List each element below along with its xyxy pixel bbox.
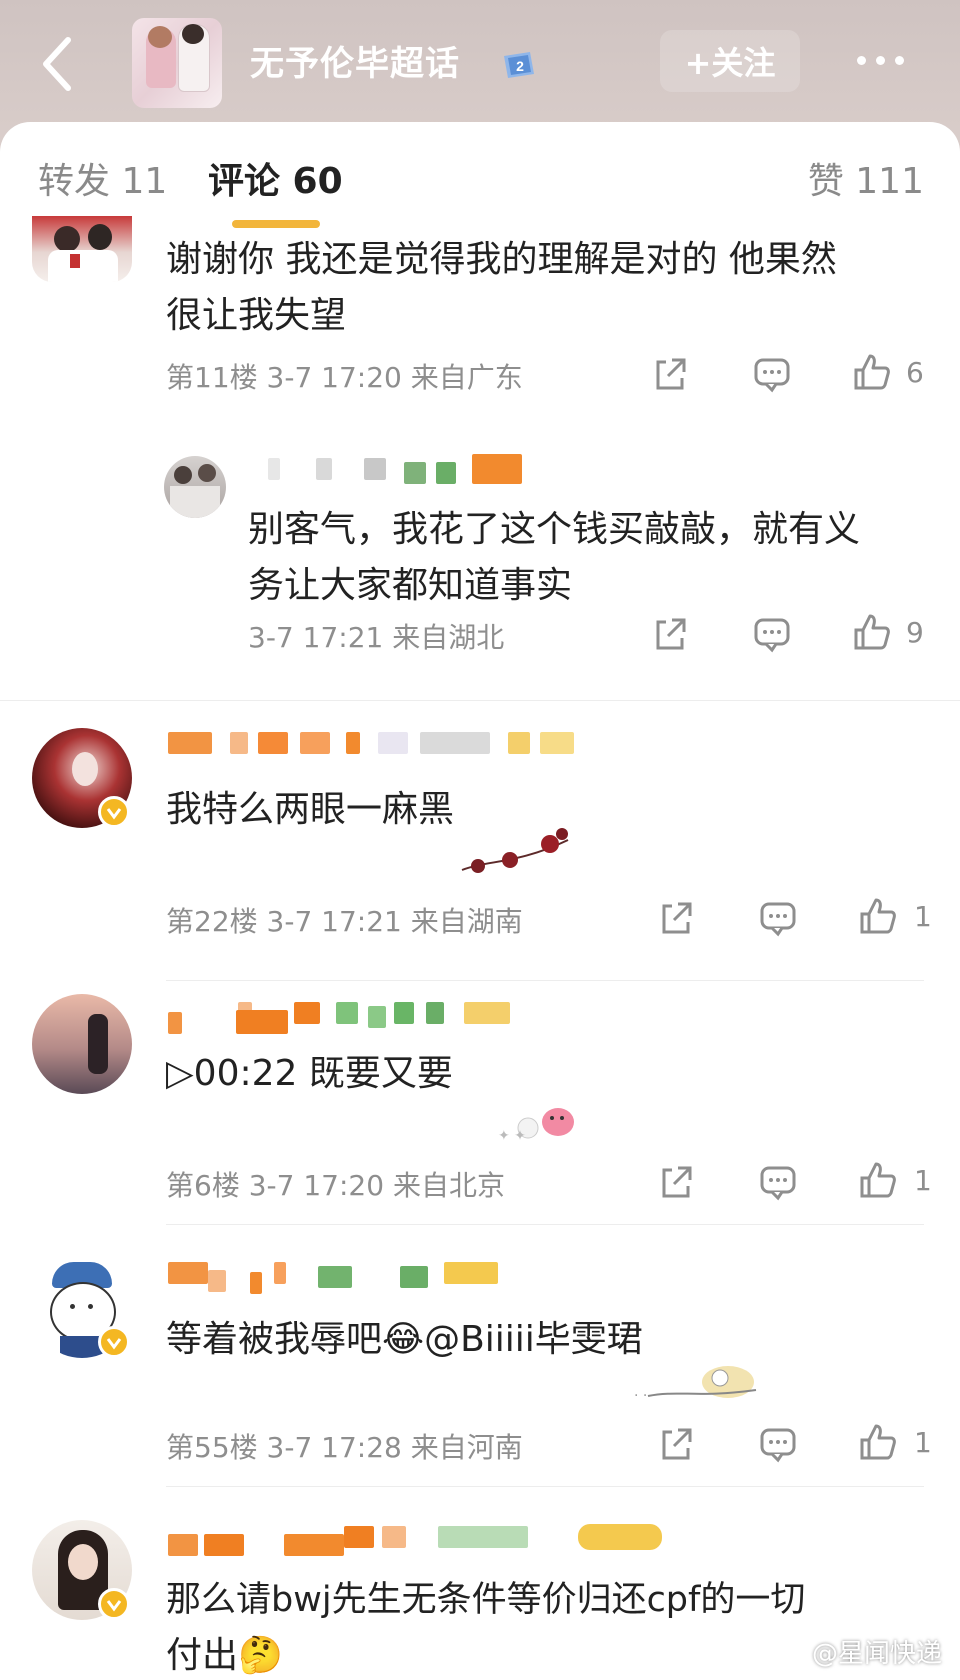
like-thumb-icon[interactable] bbox=[852, 612, 892, 652]
comment-location: 来自河南 bbox=[410, 1431, 523, 1464]
reply-icon[interactable] bbox=[752, 614, 792, 654]
verified-badge-icon bbox=[98, 796, 130, 828]
like-count: 1 bbox=[914, 900, 932, 933]
comment-meta: 第22楼 3-7 17:21 来自湖南 bbox=[166, 900, 523, 940]
share-icon[interactable] bbox=[650, 354, 690, 394]
comment-text-line: 很让我失望 bbox=[166, 295, 347, 336]
svg-text:✦ ✦: ✦ ✦ bbox=[498, 1128, 526, 1144]
reply-text-line: 务让大家都知道事实 bbox=[248, 565, 573, 606]
username-blurred[interactable] bbox=[168, 732, 588, 754]
comment-meta: 第6楼 3-7 17:20 来自北京 bbox=[166, 1164, 505, 1204]
like-count: 6 bbox=[906, 356, 924, 389]
avatar[interactable] bbox=[32, 994, 132, 1094]
like-count: 1 bbox=[914, 1164, 932, 1197]
share-icon[interactable] bbox=[656, 1424, 696, 1464]
like-thumb-icon[interactable] bbox=[858, 896, 898, 936]
comment-sheet: 转发 11 评论 60 赞 111 谢谢你 我还是觉得我的理解是对的 他果然 很… bbox=[0, 122, 960, 1680]
comment-time: 3-7 17:20 bbox=[266, 361, 402, 394]
tab-like[interactable]: 赞 111 bbox=[808, 152, 924, 204]
like-count: 9 bbox=[906, 616, 924, 649]
reply-icon[interactable] bbox=[752, 354, 792, 394]
comment-text-line: 谢谢你 我还是觉得我的理解是对的 他果然 bbox=[166, 239, 837, 280]
rose-decoration-icon bbox=[461, 828, 569, 873]
avatar[interactable] bbox=[164, 456, 226, 518]
username-blurred[interactable] bbox=[268, 454, 528, 484]
tab-repost[interactable]: 转发 11 bbox=[38, 152, 167, 204]
tab-bar: 转发 11 评论 60 赞 111 bbox=[0, 122, 960, 232]
comment-time: 3-7 17:21 bbox=[248, 621, 384, 654]
comment-time: 3-7 17:21 bbox=[266, 905, 402, 938]
super-topic-title[interactable]: 无予伦毕超话 bbox=[250, 36, 460, 85]
svg-text:· ·: · · bbox=[634, 1388, 647, 1404]
verified-badge-icon bbox=[98, 1588, 130, 1620]
comment-text-line: 付出🤔 bbox=[166, 1635, 283, 1676]
comment-location: 来自广东 bbox=[410, 361, 523, 394]
divider bbox=[166, 1486, 924, 1487]
comment-meta: 第55楼 3-7 17:28 来自河南 bbox=[166, 1426, 523, 1466]
username-blurred[interactable] bbox=[168, 1002, 528, 1034]
comment-text-line: 我特么两眼一麻黑 bbox=[166, 789, 455, 830]
top-bar: 无予伦毕超话 2 +关注 bbox=[0, 0, 960, 130]
level-badge-icon: 2 bbox=[500, 50, 538, 80]
share-icon[interactable] bbox=[650, 614, 690, 654]
active-tab-indicator bbox=[232, 220, 320, 228]
avatar[interactable] bbox=[32, 216, 132, 282]
comment-location: 来自湖南 bbox=[410, 905, 523, 938]
share-icon[interactable] bbox=[656, 1162, 696, 1202]
username-blurred[interactable] bbox=[168, 1262, 548, 1294]
tab-comment[interactable]: 评论 60 bbox=[208, 152, 343, 204]
share-icon[interactable] bbox=[656, 898, 696, 938]
comment-meta: 3-7 17:21 来自湖北 bbox=[248, 616, 504, 656]
comment-time: 3-7 17:20 bbox=[248, 1169, 385, 1202]
divider bbox=[0, 700, 960, 701]
source-watermark: @星闻快递 bbox=[811, 1639, 942, 1669]
reply-icon[interactable] bbox=[758, 1162, 798, 1202]
voice-message-text[interactable]: ▷00:22 既要又要 bbox=[166, 1046, 453, 1102]
svg-text:2: 2 bbox=[516, 58, 524, 74]
floor-number: 第6楼 bbox=[166, 1169, 240, 1202]
follow-button[interactable]: +关注 bbox=[660, 30, 800, 92]
comment-text-line: 等着被我辱吧😂@Biiiii毕雯珺 bbox=[166, 1319, 643, 1360]
floor-number: 第55楼 bbox=[166, 1431, 258, 1464]
sticker-decoration-icon: ✦ ✦ bbox=[498, 1108, 574, 1144]
reply-icon[interactable] bbox=[758, 898, 798, 938]
more-options-icon[interactable] bbox=[840, 40, 920, 80]
comment-text-line: 那么请bwj先生无条件等价归还cpf的一切 bbox=[166, 1580, 806, 1620]
reply-icon[interactable] bbox=[758, 1424, 798, 1464]
comment-location: 来自湖北 bbox=[392, 621, 505, 654]
back-arrow-icon[interactable] bbox=[38, 34, 78, 94]
floor-number: 第22楼 bbox=[166, 905, 258, 938]
like-thumb-icon[interactable] bbox=[858, 1422, 898, 1462]
divider bbox=[166, 1224, 924, 1225]
floor-number: 第11楼 bbox=[166, 361, 258, 394]
divider bbox=[166, 980, 924, 981]
super-topic-cover[interactable] bbox=[132, 18, 222, 108]
comment-meta: 第11楼 3-7 17:20 来自广东 bbox=[166, 356, 523, 396]
like-thumb-icon[interactable] bbox=[852, 352, 892, 392]
comment-location: 来自北京 bbox=[392, 1169, 505, 1202]
comment-time: 3-7 17:28 bbox=[266, 1431, 402, 1464]
sticker-decoration-icon: · · bbox=[634, 1366, 757, 1404]
username-blurred[interactable] bbox=[168, 1524, 668, 1556]
like-thumb-icon[interactable] bbox=[858, 1160, 898, 1200]
reply-text-line: 别客气，我花了这个钱买敲敲，就有义 bbox=[248, 509, 861, 550]
verified-badge-icon bbox=[98, 1326, 130, 1358]
like-count: 1 bbox=[914, 1426, 932, 1459]
